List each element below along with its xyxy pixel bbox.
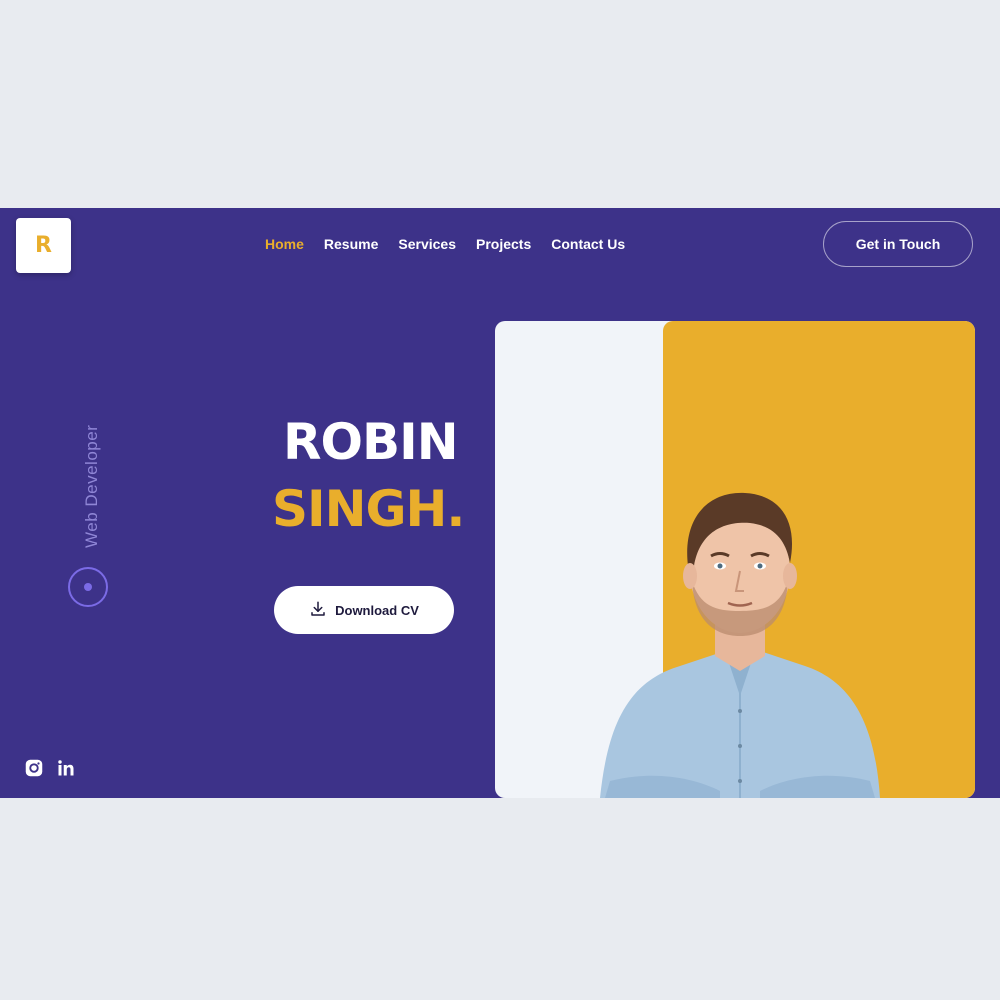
- scroll-indicator[interactable]: [68, 567, 108, 607]
- nav-item-contact[interactable]: Contact Us: [551, 236, 625, 252]
- hero-first-name: ROBIN: [283, 413, 459, 471]
- nav-item-home[interactable]: Home: [265, 236, 304, 252]
- logo[interactable]: R: [16, 218, 71, 273]
- social-links: [25, 759, 75, 777]
- get-in-touch-button[interactable]: Get in Touch: [823, 221, 973, 267]
- nav-item-resume[interactable]: Resume: [324, 236, 378, 252]
- main-nav: Home Resume Services Projects Contact Us: [265, 236, 625, 252]
- role-label: Web Developer: [82, 424, 101, 548]
- profile-photo-card: [495, 321, 975, 798]
- nav-item-services[interactable]: Services: [398, 236, 456, 252]
- download-cv-button[interactable]: Download CV: [274, 586, 454, 634]
- logo-letter: R: [35, 233, 52, 258]
- download-cv-label: Download CV: [335, 602, 419, 618]
- nav-item-projects[interactable]: Projects: [476, 236, 531, 252]
- linkedin-icon[interactable]: [57, 759, 75, 777]
- hero-section: R Home Resume Services Projects Contact …: [0, 208, 1000, 798]
- profile-photo: [600, 492, 880, 798]
- hero-last-name: SINGH.: [272, 480, 465, 538]
- instagram-icon[interactable]: [25, 759, 43, 777]
- download-icon: [309, 600, 327, 621]
